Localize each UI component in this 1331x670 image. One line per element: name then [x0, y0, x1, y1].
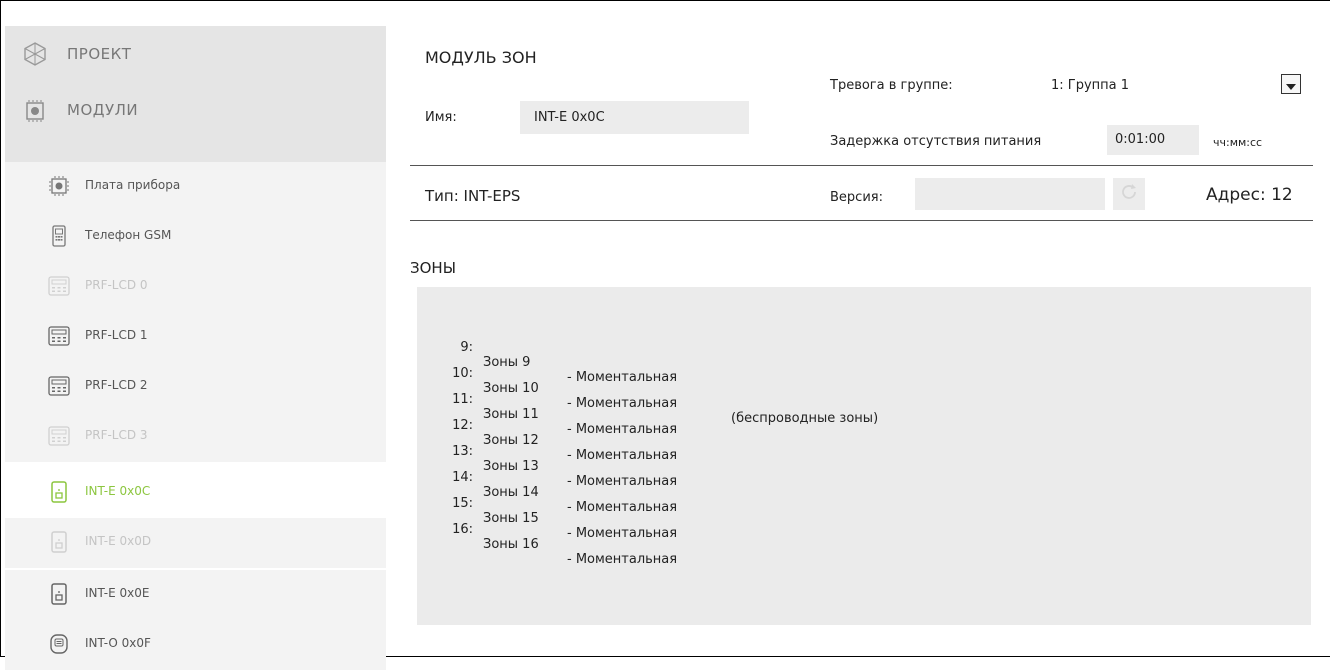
sidebar-item-modules[interactable]: МОДУЛИ: [5, 82, 386, 138]
keypad-icon: [47, 374, 71, 398]
sidebar-item-prf-lcd-1[interactable]: PRF-LCD 1: [5, 312, 386, 362]
sidebar-item-prf-lcd-2[interactable]: PRF-LCD 2: [5, 362, 386, 412]
sidebar-item-label: INT-E 0x0C: [85, 484, 151, 498]
zones-list: 9: Зоны 9 - Моментальная 10: Зоны 10 - М…: [417, 287, 1311, 625]
zone-row[interactable]: 10: Зоны 10 - Моментальная (беспроводные…: [441, 351, 878, 426]
sidebar-item-prf-lcd-0[interactable]: PRF-LCD 0: [5, 262, 386, 312]
sidebar-item-int-e-0x0d[interactable]: INT-E 0x0D: [5, 518, 386, 568]
keypad-icon: [47, 424, 71, 448]
zone-name: Зоны 16: [483, 537, 539, 552]
zone-row[interactable]: 12: Зоны 12 - Моментальная: [441, 403, 677, 463]
refresh-version-button[interactable]: [1113, 178, 1145, 210]
power-loss-delay-label: Задержка отсутствия питания: [830, 134, 1042, 149]
zone-type: - Моментальная: [567, 474, 678, 489]
zone-row[interactable]: 13: Зоны 13 - Моментальная: [441, 429, 677, 489]
sidebar-item-label: PRF-LCD 1: [85, 328, 148, 342]
expander-icon: [47, 582, 71, 606]
sidebar-item-gsm-phone[interactable]: Телефон GSM: [5, 212, 386, 262]
sidebar-top-section: ПРОЕКТ МОДУЛИ: [5, 26, 386, 170]
zone-name: Зоны 11: [483, 407, 539, 422]
zone-type: - Моментальная: [567, 422, 678, 437]
zone-row[interactable]: 11: Зоны 11 - Моментальная: [441, 377, 677, 437]
zone-row[interactable]: 16: Зоны 16 - Моментальная: [441, 507, 677, 567]
sidebar-item-label: PRF-LCD 2: [85, 378, 148, 392]
project-icon: [22, 41, 48, 67]
zone-type: - Моментальная: [567, 396, 678, 411]
name-field[interactable]: INT-E 0x0C: [520, 101, 749, 134]
sidebar-item-label: Плата прибора: [85, 178, 181, 192]
sidebar-item-label: PRF-LCD 0: [85, 278, 148, 292]
expander-icon: [47, 530, 71, 554]
sidebar: ПРОЕКТ МОДУЛИ Плата прибора Телефон GSM …: [5, 10, 386, 670]
alarm-group-label: Тревога в группе:: [830, 78, 953, 93]
sidebar-item-int-e-0x0e[interactable]: INT-E 0x0E: [5, 570, 386, 620]
page-title: МОДУЛЬ ЗОН: [425, 48, 537, 67]
power-loss-delay-field[interactable]: 0:01:00: [1107, 125, 1199, 155]
version-label: Версия:: [830, 190, 883, 205]
sidebar-item-label: МОДУЛИ: [67, 101, 139, 119]
sidebar-item-mainboard[interactable]: Плата прибора: [5, 162, 386, 212]
zone-type: - Моментальная: [567, 500, 678, 515]
zone-name: Зоны 9: [483, 355, 531, 370]
zone-name: Зоны 10: [483, 381, 539, 396]
module-address: Адрес: 12: [1206, 185, 1293, 205]
divider: [410, 165, 1313, 166]
sidebar-item-label: INT-E 0x0D: [85, 534, 152, 548]
zone-name: Зоны 14: [483, 485, 539, 500]
zone-name: Зоны 12: [483, 433, 539, 448]
modules-icon: [22, 97, 48, 123]
sidebar-item-int-o-0x0f[interactable]: INT-O 0x0F: [5, 620, 386, 670]
sidebar-item-label: INT-O 0x0F: [85, 636, 151, 650]
divider: [410, 220, 1313, 221]
alarm-group-select[interactable]: 1: Группа 1: [1051, 78, 1129, 93]
zone-type: - Моментальная: [567, 552, 678, 567]
output-module-icon: [47, 632, 71, 656]
sidebar-item-label: PRF-LCD 3: [85, 428, 148, 442]
sidebar-item-label: ПРОЕКТ: [67, 45, 132, 63]
keypad-icon: [47, 324, 71, 348]
zone-type: - Моментальная: [567, 448, 678, 463]
zone-note: (беспроводные зоны): [731, 411, 879, 426]
refresh-icon: [1119, 182, 1139, 206]
module-type: Тип: INT-EPS: [425, 187, 521, 205]
sidebar-item-label: Телефон GSM: [85, 228, 172, 242]
sidebar-item-label: INT-E 0x0E: [85, 586, 150, 600]
sidebar-item-project[interactable]: ПРОЕКТ: [5, 26, 386, 82]
expander-icon: [47, 480, 71, 504]
chevron-down-icon: [1286, 75, 1296, 94]
sidebar-item-int-e-0x0c[interactable]: INT-E 0x0C: [5, 468, 386, 518]
version-field: [915, 178, 1105, 210]
zone-number: 16:: [452, 522, 473, 537]
zone-name: Зоны 15: [483, 511, 539, 526]
power-loss-delay-unit: чч:мм:сс: [1213, 136, 1263, 149]
zone-type: - Моментальная: [567, 526, 678, 541]
sidebar-item-prf-lcd-3[interactable]: PRF-LCD 3: [5, 412, 386, 462]
chip-icon: [47, 174, 71, 198]
phone-icon: [47, 224, 71, 248]
zone-type: - Моментальная: [567, 370, 678, 385]
zone-row[interactable]: 14: Зоны 14 - Моментальная: [441, 455, 677, 515]
alarm-group-dropdown-button[interactable]: [1281, 74, 1301, 94]
zones-title: ЗОНЫ: [410, 259, 456, 277]
zone-name: Зоны 13: [483, 459, 539, 474]
name-label: Имя:: [425, 110, 457, 125]
zone-row[interactable]: 15: Зоны 15 - Моментальная: [441, 481, 677, 541]
zone-row[interactable]: 9: Зоны 9 - Моментальная: [441, 325, 677, 385]
keypad-icon: [47, 274, 71, 298]
